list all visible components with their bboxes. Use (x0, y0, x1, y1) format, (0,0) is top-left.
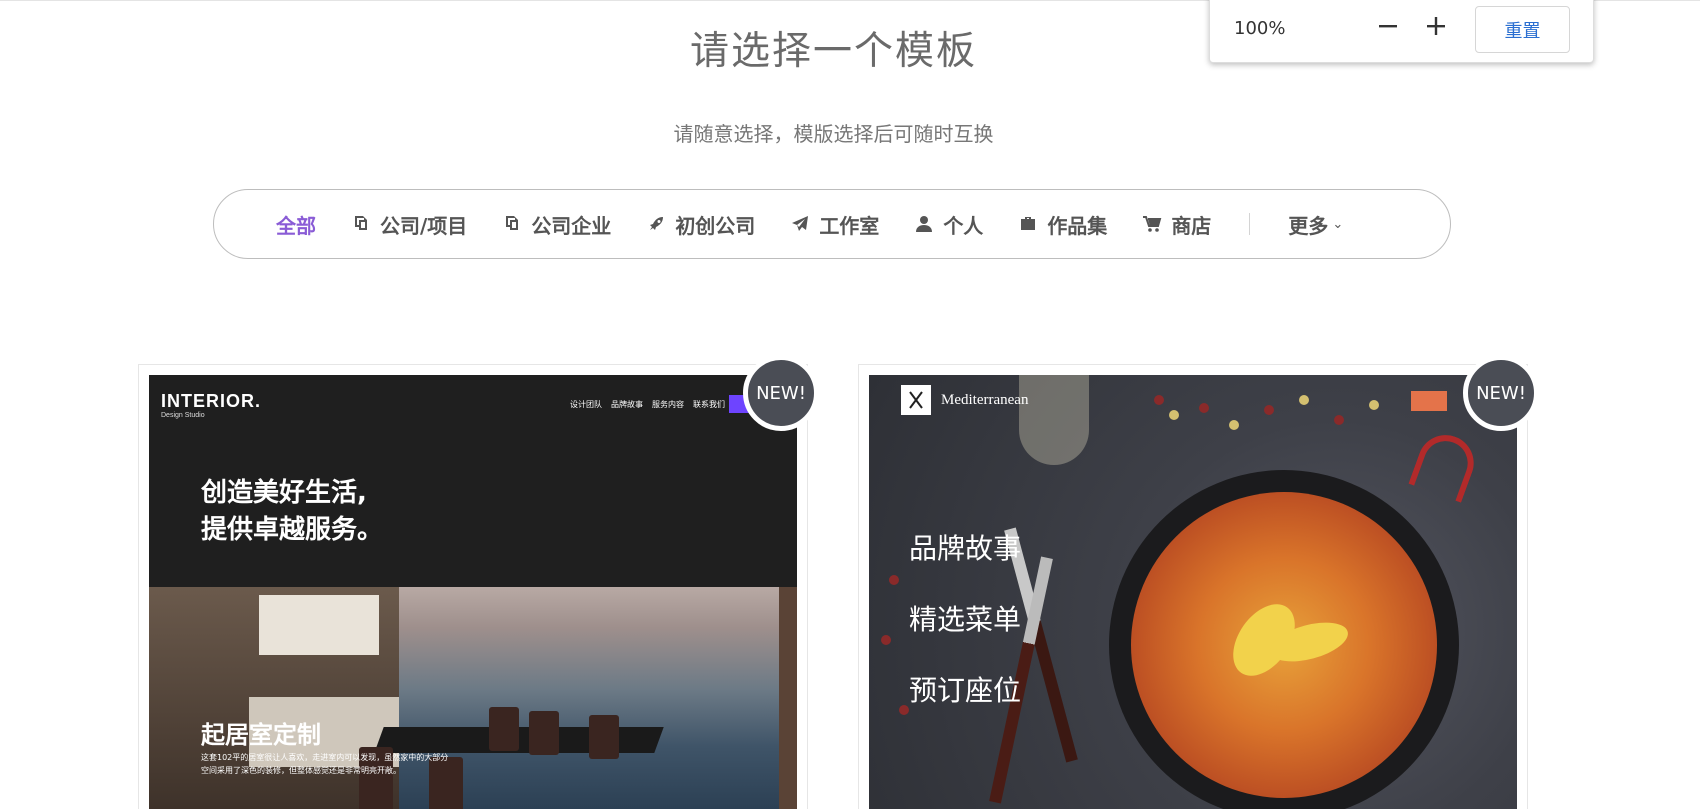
preview-logo: Mediterranean (941, 392, 1029, 408)
filter-shop[interactable]: 商店 (1141, 210, 1211, 239)
filter-all[interactable]: 全部 (276, 210, 316, 239)
template-card-interior[interactable]: NEW! INTERIOR. Design Studio 设计团队 品牌故事 服… (138, 355, 819, 809)
cart-icon (1141, 213, 1163, 235)
plus-icon (1427, 17, 1445, 35)
zoom-control-panel: 100% 重置 (1209, 0, 1594, 63)
preview-section-desc: 这套102平的居室很让人喜欢，走进室内可以发现，虽然家中的大部分 空间采用了深色… (201, 751, 481, 777)
photo-chair (589, 715, 619, 759)
berry-decoration (1169, 410, 1179, 420)
preview-logo: INTERIOR. (161, 391, 262, 411)
preview-wine-glass (1019, 375, 1089, 465)
berry-decoration (881, 635, 891, 645)
filter-label: 公司/项目 (380, 213, 468, 238)
chevron-down-icon: ⌄ (1332, 216, 1344, 232)
filter-enterprise[interactable]: 公司企业 (501, 210, 611, 239)
filter-label: 商店 (1171, 213, 1212, 238)
filter-company-project[interactable]: 公司/项目 (350, 210, 467, 239)
zoom-reset-button[interactable]: 重置 (1475, 6, 1570, 53)
preview-desc-line: 空间采用了深色的装修，但整体感觉还是非常明亮开敞。 (201, 766, 401, 775)
filter-studio[interactable]: 工作室 (789, 210, 879, 239)
user-icon (913, 213, 935, 235)
template-card-mediterranean[interactable]: NEW! Mediterranean 品牌故事 精选菜单 预订座位 (858, 355, 1539, 809)
photo-chair (529, 711, 559, 755)
filter-label: 作品集 (1047, 213, 1108, 238)
photo-table (374, 727, 664, 753)
page-subtitle: 请随意选择，模版选择后可随时互换 (673, 122, 994, 146)
preview-section-title: 起居室定制 (201, 721, 321, 749)
category-filter-bar: 全部 公司/项目 公司企业 初创公司 工作室 个人 作品集 商店 更多 ⌄ (213, 189, 1451, 259)
preview-menu-item: 品牌故事 (909, 532, 1022, 565)
preview-hero-text: 创造美好生活, 提供卓越服务。 (201, 475, 501, 549)
filter-portfolio[interactable]: 作品集 (1017, 210, 1107, 239)
minus-icon (1379, 25, 1397, 28)
filter-more-label: 更多 (1288, 213, 1329, 238)
zoom-in-button[interactable] (1421, 9, 1451, 43)
preview-hero-line: 提供卓越服务。 (201, 515, 384, 545)
preview-hero-line: 创造美好生活, (201, 478, 367, 508)
copy-icon (501, 213, 523, 235)
filter-personal[interactable]: 个人 (913, 210, 983, 239)
briefcase-icon (1017, 213, 1039, 235)
preview-nav-item: 品牌故事 (611, 400, 643, 409)
filter-more-dropdown[interactable]: 更多 ⌄ (1288, 210, 1343, 239)
berry-decoration (899, 705, 909, 715)
filter-startup[interactable]: 初创公司 (645, 210, 755, 239)
preview-menu-item: 预订座位 (909, 674, 1022, 707)
copy-icon (350, 213, 372, 235)
berry-decoration (1334, 415, 1344, 425)
photo-cabinets (259, 595, 379, 655)
fork-knife-icon (901, 385, 931, 415)
rocket-icon (645, 213, 667, 235)
preview-desc-line: 这套102平的居室很让人喜欢，走进室内可以发现，虽然家中的大部分 (201, 753, 449, 762)
preview-logo-subtitle: Design Studio (161, 412, 205, 419)
preview-nav-item: 联系我们 (693, 400, 725, 409)
photo-chair (489, 707, 519, 751)
filter-label: 工作室 (819, 213, 880, 238)
photo-window-frame (779, 587, 797, 809)
preview-header-area: INTERIOR. Design Studio 设计团队 品牌故事 服务内容 联… (149, 375, 797, 587)
filter-label: 初创公司 (675, 213, 756, 238)
zoom-out-button[interactable] (1373, 9, 1403, 43)
template-preview-mediterranean: Mediterranean 品牌故事 精选菜单 预订座位 (869, 375, 1517, 809)
new-badge: NEW! (1463, 355, 1539, 431)
berry-decoration (1154, 395, 1164, 405)
filter-divider (1249, 213, 1251, 235)
zoom-level-readout: 100% (1234, 18, 1286, 39)
berry-decoration (1229, 420, 1239, 430)
berry-decoration (1369, 400, 1379, 410)
paper-plane-icon (789, 213, 811, 235)
berry-decoration (1299, 395, 1309, 405)
filter-label: 公司企业 (531, 213, 612, 238)
new-badge: NEW! (743, 355, 819, 431)
template-preview-interior: INTERIOR. Design Studio 设计团队 品牌故事 服务内容 联… (149, 375, 797, 809)
filter-label: 全部 (276, 213, 316, 238)
preview-nav-item: 服务内容 (652, 400, 684, 409)
preview-nav-item: 设计团队 (570, 400, 602, 409)
preview-nav-cta (1411, 391, 1447, 411)
preview-menu-item: 精选菜单 (909, 603, 1022, 636)
berry-decoration (1199, 403, 1209, 413)
filter-label: 个人 (943, 213, 984, 238)
berry-decoration (1264, 405, 1274, 415)
berry-decoration (889, 575, 899, 585)
preview-nav: 设计团队 品牌故事 服务内容 联系我们 (570, 399, 725, 410)
